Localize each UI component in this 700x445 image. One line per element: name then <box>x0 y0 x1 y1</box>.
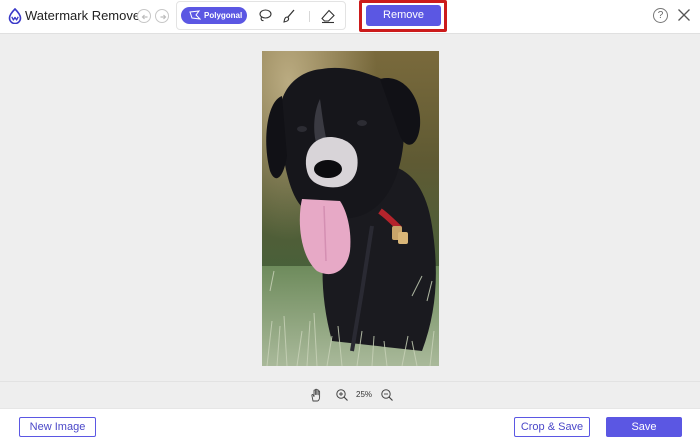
brush-icon[interactable] <box>281 8 297 24</box>
undo-button[interactable] <box>137 9 151 23</box>
close-icon[interactable] <box>677 8 691 22</box>
zoom-level: 25% <box>356 390 373 399</box>
app-title: Watermark Remover <box>25 8 145 23</box>
zoom-out-icon[interactable] <box>380 388 394 402</box>
zoom-bar: 25% <box>0 381 700 408</box>
polygonal-tool-button[interactable]: Polygonal <box>181 7 247 24</box>
polygonal-tool-label: Polygonal <box>204 11 243 20</box>
selection-tool-group: Polygonal <box>176 1 346 30</box>
editing-canvas[interactable] <box>0 33 700 381</box>
lasso-icon[interactable] <box>257 8 273 24</box>
remove-button[interactable]: Remove <box>366 5 441 26</box>
eraser-icon[interactable] <box>320 8 336 24</box>
crop-and-save-button[interactable]: Crop & Save <box>514 417 590 437</box>
hand-icon[interactable] <box>309 388 323 402</box>
polygon-lasso-icon <box>189 10 201 20</box>
zoom-in-icon[interactable] <box>335 388 349 402</box>
app-logo-icon <box>8 8 22 24</box>
save-button[interactable]: Save <box>606 417 682 437</box>
redo-button[interactable] <box>155 9 169 23</box>
tool-divider <box>309 11 310 22</box>
redo-icon <box>160 14 167 20</box>
footer-bar: New Image Crop & Save Save <box>0 408 700 445</box>
help-icon[interactable]: ? <box>653 8 668 23</box>
dog-photo <box>262 51 439 366</box>
title-bar: Watermark Remover Polygonal Remove ? <box>0 0 700 33</box>
new-image-button[interactable]: New Image <box>19 417 96 437</box>
undo-icon <box>141 14 148 20</box>
